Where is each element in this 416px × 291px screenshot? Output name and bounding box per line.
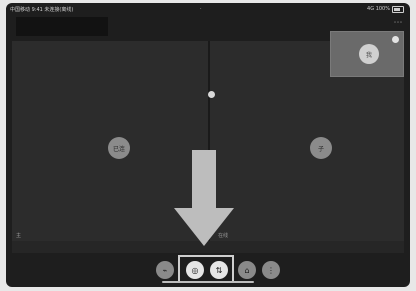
- pointer-arrow-icon: [174, 150, 234, 246]
- hangup-icon: ⋮: [267, 265, 275, 275]
- share-icon: ⌂: [244, 265, 250, 275]
- speaker-icon: ⇅: [215, 265, 223, 275]
- avatar: 子: [310, 137, 332, 159]
- home-indicator: [162, 281, 254, 283]
- status-center: ·: [200, 6, 202, 12]
- camera-icon: ◎: [191, 265, 199, 275]
- avatar: 已连: [108, 137, 130, 159]
- video-call-screen: 中国移动 9:41 未连接(离线) · 4G 100% ⋯ 已连 子 主 在线 …: [6, 3, 410, 287]
- more-icon[interactable]: ⋯: [392, 17, 404, 29]
- battery-icon: [392, 6, 404, 13]
- self-preview[interactable]: 我: [330, 31, 404, 77]
- share-button[interactable]: ⌂: [238, 261, 256, 279]
- camera-button[interactable]: ◎: [186, 261, 204, 279]
- call-title-area: [16, 17, 108, 36]
- status-bar: 中国移动 9:41 未连接(离线) · 4G 100%: [6, 3, 410, 15]
- participant-name-1: 主: [16, 233, 22, 239]
- speaker-button[interactable]: ⇅: [210, 261, 228, 279]
- status-carrier: 中国移动 9:41 未连接(离线): [10, 7, 74, 13]
- self-avatar: 我: [359, 44, 379, 64]
- status-right: 4G 100%: [367, 6, 390, 12]
- microphone-icon: ⌁: [162, 265, 168, 275]
- switch-camera-icon[interactable]: [392, 36, 399, 43]
- hangup-button[interactable]: ⋮: [262, 261, 280, 279]
- pin-icon[interactable]: [208, 91, 215, 98]
- microphone-button[interactable]: ⌁: [156, 261, 174, 279]
